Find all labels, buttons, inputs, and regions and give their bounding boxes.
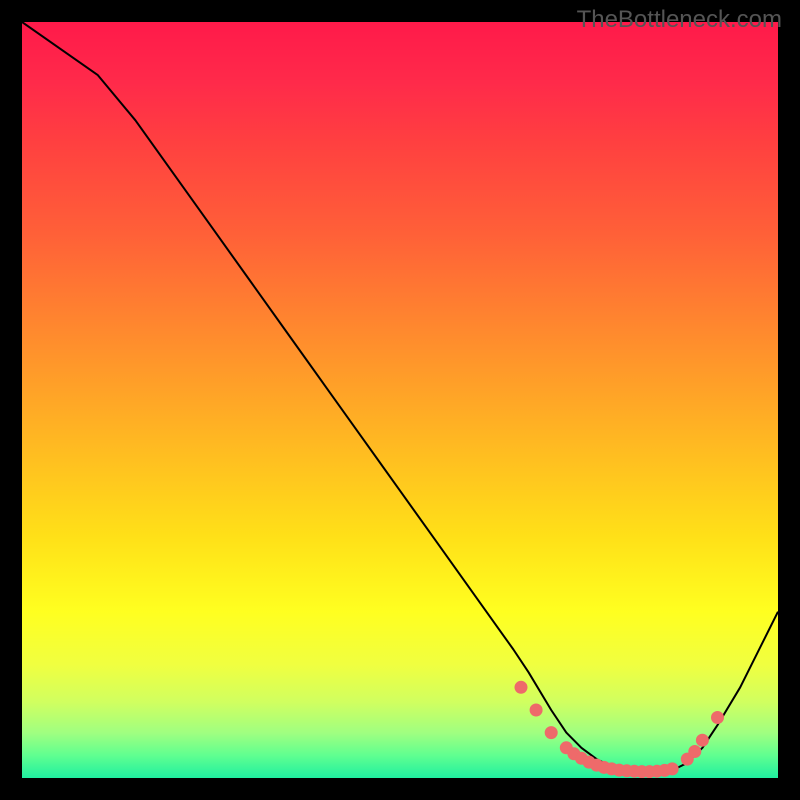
chart-svg-layer: [22, 22, 778, 778]
chart-plot-area: [22, 22, 778, 778]
data-point: [666, 763, 678, 775]
data-point: [515, 681, 527, 693]
data-point: [696, 734, 708, 746]
data-point: [712, 712, 724, 724]
data-point: [689, 746, 701, 758]
data-point: [545, 727, 557, 739]
bottleneck-curve: [22, 22, 778, 772]
data-point: [530, 704, 542, 716]
data-point-markers: [515, 681, 724, 777]
watermark-text: TheBottleneck.com: [577, 6, 782, 34]
